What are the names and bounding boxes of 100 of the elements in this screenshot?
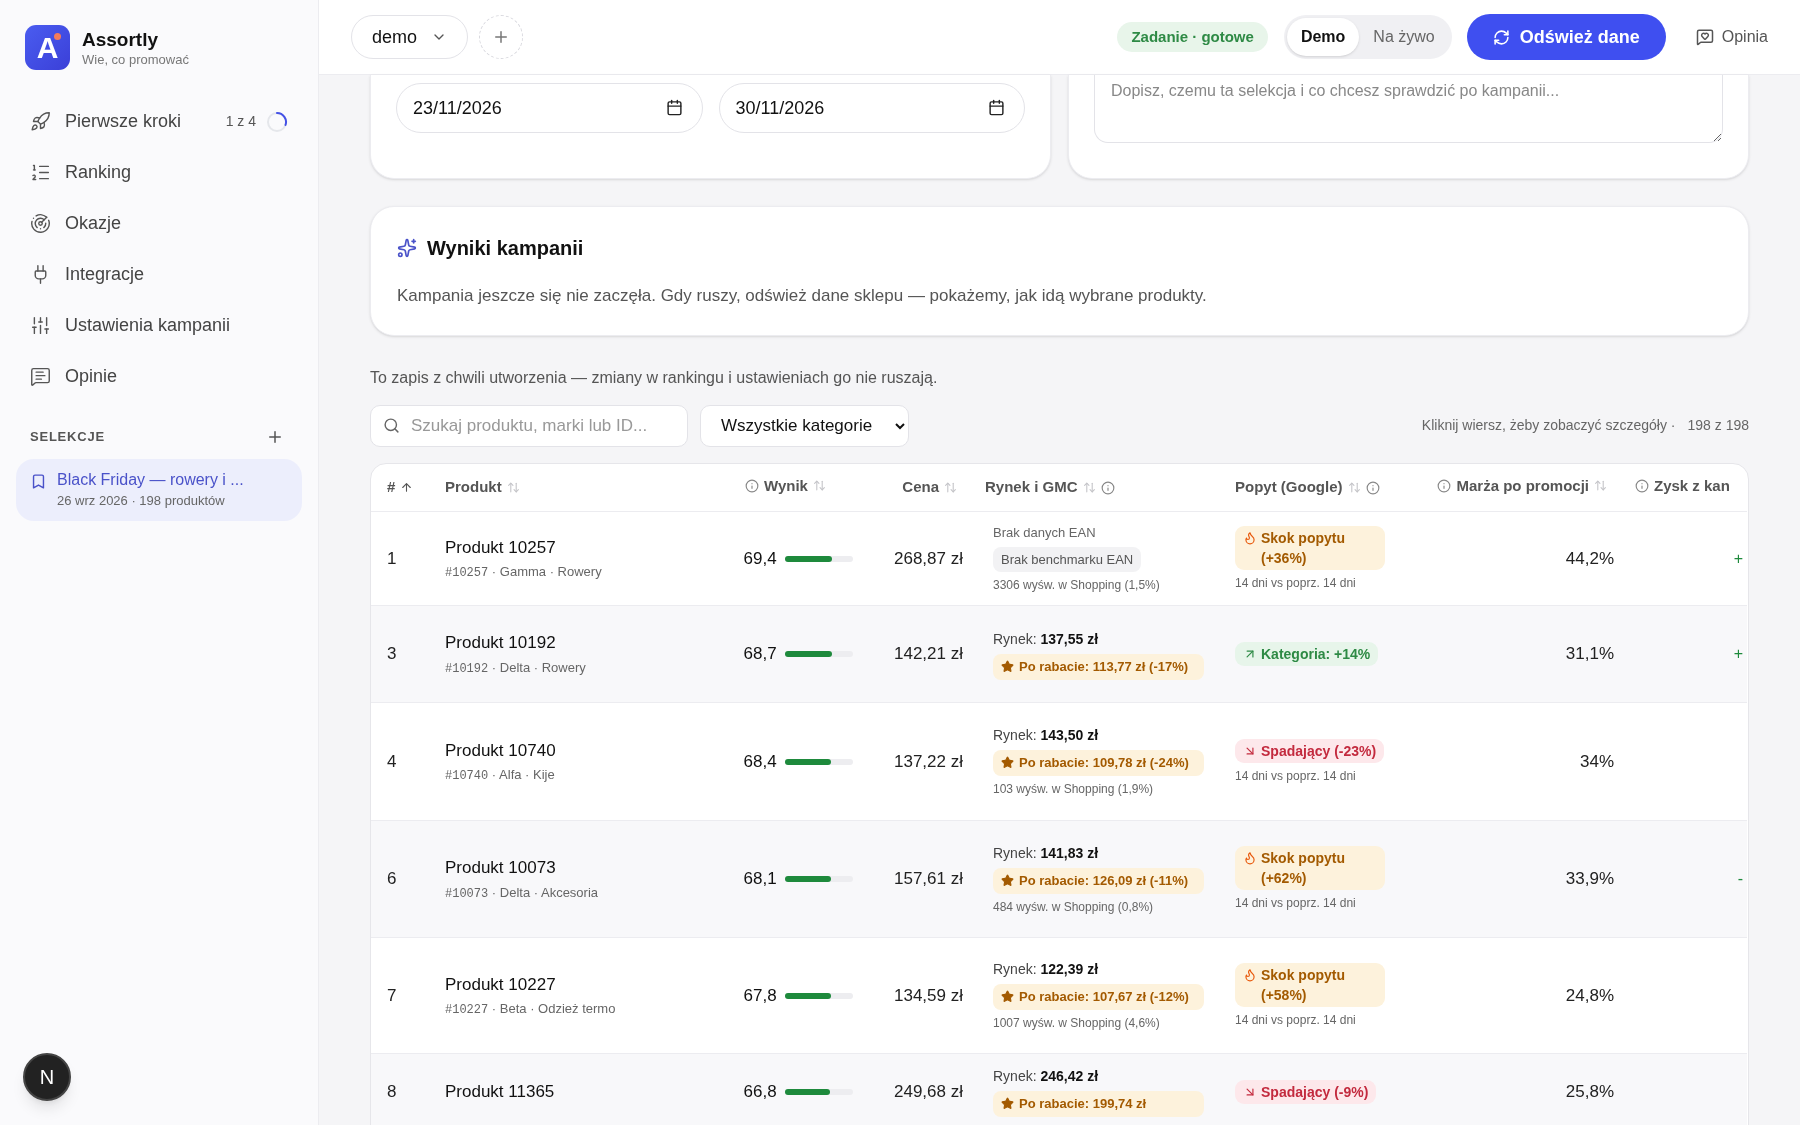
rocket-icon: [30, 111, 51, 132]
nav-item[interactable]: Ranking: [30, 159, 132, 186]
column-header[interactable]: Marża po promocji: [1456, 474, 1589, 498]
demand-note: 14 dni vs poprz. 14 dni: [1235, 895, 1356, 912]
rank-number: 7: [387, 985, 397, 1005]
progress-ring-icon: [266, 110, 288, 133]
price: 157,61 zł: [894, 869, 963, 889]
product-name: Produkt 10740: [445, 739, 557, 762]
card-text: Kampania jeszcze się nie zaczęła. Gdy ruszy, odśwież dane sklepu — pokażemy, jak idą wybrane produkty.: [397, 285, 1208, 307]
dev-badge[interactable]: N: [23, 1053, 71, 1101]
calendar-icon[interactable]: [665, 99, 683, 116]
product-name: Produkt 10192: [445, 632, 557, 655]
margin-value: 34%: [1579, 751, 1614, 771]
nav-item[interactable]: Okazje: [30, 210, 122, 237]
sparkles-icon: [397, 238, 417, 258]
flame-icon: [1243, 967, 1257, 982]
star-icon: [1001, 1097, 1014, 1110]
product-name: Produkt 10227: [445, 973, 557, 996]
profit-value: -: [1737, 870, 1743, 887]
calendar-icon[interactable]: [988, 99, 1005, 116]
info-icon[interactable]: [1437, 478, 1452, 493]
profit-value: +: [1733, 549, 1743, 567]
info-icon[interactable]: [1365, 480, 1380, 495]
impressions-text: 3306 wyśw. w Shopping (1,5%): [993, 577, 1160, 594]
market-price: Rynek: 137,55 zł: [993, 629, 1099, 649]
store-select[interactable]: demo: [351, 15, 469, 59]
sliders-icon: [30, 315, 51, 336]
market-status: Brak danych EAN: [993, 524, 1096, 542]
table-row[interactable]: 3 Produkt 10192 #10192 · Delta · Rowery 68,7 142,21 zł Rynek: 137,55 zł Po rabacie: 113,77 zł (-17%) Kategoria: +14% 31,1% +: [371, 605, 1747, 703]
discount-chip: Po rabacie: 107,67 zł (-12%): [993, 984, 1204, 1010]
mode-option[interactable]: Demo: [1286, 18, 1360, 56]
price: 249,68 zł: [894, 1081, 963, 1101]
price: 134,59 zł: [894, 985, 963, 1005]
score-value: 68,4: [742, 750, 777, 773]
table-row[interactable]: 4 Produkt 10740 #10740 · Alfa · Kije 68,4 137,22 zł Rynek: 143,50 zł Po rabacie: 109,78 zł (-24%) 103 wyśw. w Shopping (1,9%) Spadający (-23%) 14 dni vs poprz. 14 dni 34%: [371, 702, 1747, 821]
score-value: 67,8: [742, 984, 777, 1007]
discount-chip: Po rabacie: 126,09 zł (-11%): [993, 867, 1204, 894]
discount-chip: Po rabacie: 199,74 zł: [993, 1091, 1204, 1117]
info-icon[interactable]: [745, 478, 759, 493]
search-field[interactable]: Szukaj produktu, marki lub ID...: [370, 404, 688, 447]
app-tagline: Wie, co promować: [82, 51, 189, 68]
table-row[interactable]: 7 Produkt 10227 #10227 · Beta · Odzież termo 67,8 134,59 zł Rynek: 122,39 zł Po rabacie: 107,67 zł (-12%) 1007 wyśw. w Shopping (4,6%) Skok popytu (+58%) 14 dni vs poprz. 14 dni 24,8%: [371, 937, 1747, 1054]
radar-icon: [30, 213, 51, 234]
nav-item[interactable]: Pierwsze kroki: [30, 108, 182, 135]
category-select[interactable]: Wszystkie kategorie: [700, 404, 909, 447]
info-icon[interactable]: [1635, 478, 1649, 493]
column-header[interactable]: Produkt: [445, 476, 502, 499]
date-field[interactable]: 23/11/2026: [396, 83, 703, 133]
margin-value: 24,8%: [1565, 985, 1614, 1005]
column-header[interactable]: #: [387, 476, 396, 499]
nav-item[interactable]: Opinie: [30, 363, 118, 390]
selection-item[interactable]: Black Friday — rowery i ... 26 wrz 2026 · 198 produktów: [16, 458, 302, 521]
rank-number: 6: [387, 869, 397, 889]
column-header[interactable]: Zysk z kan: [1654, 474, 1730, 498]
product-meta: #10740 · Alfa · Kije: [445, 766, 556, 786]
demand-chip: Skok popytu (+58%): [1235, 962, 1385, 1007]
column-header[interactable]: Cena: [902, 476, 939, 499]
notes-field[interactable]: Dopisz, czemu ta selekcja i co chcesz sprawdzić po kampanii...: [1094, 75, 1723, 143]
snapshot-note: To zapis z chwili utworzenia — zmiany w rankingu i ustawieniach go nie ruszają.: [370, 367, 939, 388]
message-icon: [30, 366, 51, 387]
nav-item[interactable]: Ustawienia kampanii: [30, 312, 231, 339]
sort-ascending-icon[interactable]: [400, 481, 414, 494]
info-icon[interactable]: [1100, 480, 1115, 495]
discount-chip: Po rabacie: 113,77 zł (-17%): [993, 653, 1204, 680]
product-name: Produkt 10073: [445, 857, 557, 880]
task-status-badge: Zadanie · gotowe: [1117, 22, 1268, 52]
rank-number: 1: [387, 548, 397, 568]
progress-count: 1 z 4: [225, 112, 256, 131]
market-price: Rynek: 141,83 zł: [993, 843, 1099, 863]
impressions-text: 103 wyśw. w Shopping (1,9%): [993, 781, 1154, 798]
app-name: Assortly: [82, 27, 160, 52]
table-row[interactable]: 8 Produkt 11365 66,8 249,68 zł Rynek: 246,42 zł Po rabacie: 199,74 zł Spadający (-9%) 25,8%: [371, 1053, 1747, 1125]
product-name: Produkt 10257: [445, 536, 557, 559]
rank-number: 4: [387, 751, 397, 771]
score-value: 68,7: [742, 643, 777, 666]
impressions-text: 484 wyśw. w Shopping (0,8%): [993, 898, 1154, 916]
score-value: 66,8: [742, 1080, 777, 1103]
mode-option[interactable]: Na żywo: [1359, 18, 1449, 56]
demand-note: 14 dni vs poprz. 14 dni: [1235, 767, 1356, 785]
refresh-button[interactable]: Odśwież dane: [1466, 14, 1666, 60]
table-row[interactable]: 6 Produkt 10073 #10073 · Delta · Akcesoria 68,1 157,61 zł Rynek: 141,83 zł Po rabacie: 126,09 zł (-11%) 484 wyśw. w Shopping (0,8%) Skok popytu (+62%) 14 dni vs poprz. 14 dni 33,9% -: [371, 820, 1747, 938]
impressions-text: 1007 wyśw. w Shopping (4,6%): [993, 1015, 1160, 1032]
app-logo: A: [25, 25, 70, 70]
flame-icon: [1243, 851, 1257, 865]
result-count: 198 z 198: [1687, 416, 1749, 435]
column-header[interactable]: Popyt (Google): [1235, 476, 1343, 499]
demand-chip: Spadający (-23%): [1235, 738, 1385, 763]
star-icon: [1001, 990, 1014, 1003]
date-field[interactable]: 30/11/2026: [718, 83, 1025, 133]
demand-chip: Kategoria: +14%: [1235, 642, 1379, 666]
feedback-link[interactable]: Opinia: [1695, 25, 1768, 49]
table-row[interactable]: 1 Produkt 10257 #10257 · Gamma · Rowery 69,4 268,87 zł Brak danych EAN Brak benchmarku EAN 3306 wyśw. w Shopping (1,5%) Skok popytu (+36%) 14 dni vs poprz. 14 dni 44,2% +: [371, 511, 1747, 606]
numbered-list-icon: [30, 162, 51, 183]
benchmark-chip: Brak benchmarku EAN: [993, 546, 1142, 572]
selection-meta: 26 wrz 2026 · 198 produktów: [57, 491, 226, 510]
nav-item[interactable]: Integracje: [30, 261, 145, 288]
selection-title: Black Friday — rowery i ...: [57, 469, 244, 490]
column-header[interactable]: Wynik: [764, 474, 808, 498]
card-title: Wyniki kampanii: [427, 236, 584, 261]
column-header[interactable]: Rynek i GMC: [985, 476, 1078, 499]
